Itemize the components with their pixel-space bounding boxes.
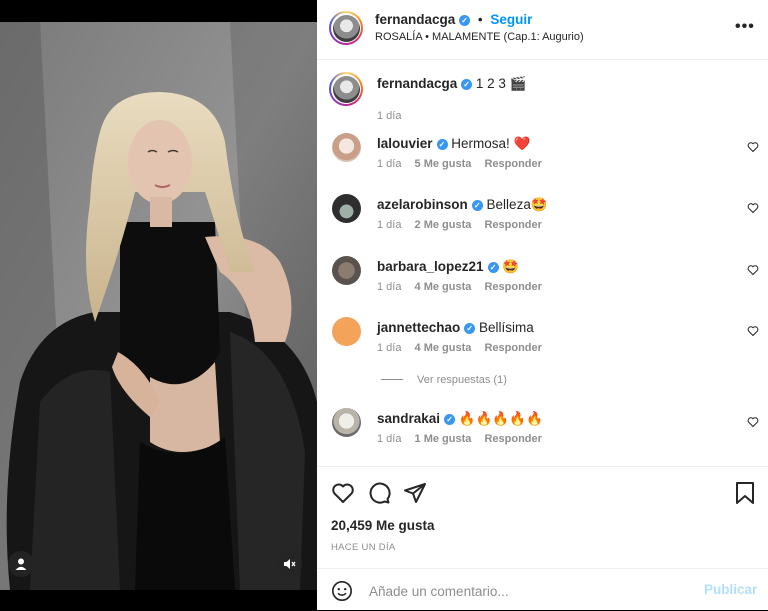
more-icon[interactable]: ••• — [735, 18, 755, 36]
post-side-panel: fernandacga ✓ • Seguir ROSALÍA • MALAMEN… — [317, 0, 768, 610]
likes-count[interactable]: 20,459 Me gusta — [331, 518, 435, 533]
replies-divider — [381, 379, 403, 380]
post-photo[interactable] — [0, 22, 317, 590]
comment-text: sandrakai ✓ 🔥🔥🔥🔥🔥 — [377, 411, 543, 427]
bookmark-icon[interactable] — [734, 481, 756, 505]
comment-text: barbara_lopez21 ✓ 🤩 — [377, 259, 519, 275]
tagged-users-button[interactable] — [8, 551, 34, 577]
comment-likes[interactable]: 1 Me gusta — [415, 433, 472, 445]
post-date[interactable]: HACE UN DÍA — [331, 542, 396, 553]
avatar[interactable] — [332, 408, 361, 437]
comment-likes[interactable]: 5 Me gusta — [415, 158, 472, 170]
reply-button[interactable]: Responder — [484, 281, 541, 293]
view-replies-button[interactable]: Ver respuestas (1) — [381, 374, 507, 386]
reply-button[interactable]: Responder — [484, 342, 541, 354]
mute-icon — [284, 559, 296, 569]
audio-track[interactable]: ROSALÍA • MALAMENTE (Cap.1: Augurio) — [375, 31, 584, 43]
comment-meta: 1 día 5 Me gusta Responder — [377, 158, 552, 170]
comment-body: 🔥🔥🔥🔥🔥 — [458, 411, 543, 426]
comment-item: sandrakai ✓ 🔥🔥🔥🔥🔥 1 día 1 Me gusta Respon… — [329, 408, 759, 458]
verified-icon: ✓ — [487, 262, 499, 273]
caption-time[interactable]: 1 día — [377, 110, 401, 122]
reply-button[interactable]: Responder — [484, 433, 541, 445]
heart-icon[interactable] — [747, 202, 759, 214]
publish-button[interactable]: Publicar — [704, 582, 757, 597]
comment-likes[interactable]: 2 Me gusta — [415, 219, 472, 231]
add-comment-bar: Publicar — [317, 568, 768, 611]
reply-button[interactable]: Responder — [484, 219, 541, 231]
comment-time[interactable]: 1 día — [377, 158, 401, 170]
comments-list[interactable]: fernandacga ✓ 1 2 3 🎬 1 día lalouvier ✓ H… — [317, 60, 768, 465]
heart-icon[interactable] — [747, 264, 759, 276]
comment-item: jannettechao ✓ Bellísima 1 día 4 Me gusta… — [329, 317, 759, 367]
verified-icon: ✓ — [471, 200, 483, 211]
verified-icon: ✓ — [461, 79, 473, 90]
comment-time[interactable]: 1 día — [377, 281, 401, 293]
post-header: fernandacga ✓ • Seguir ROSALÍA • MALAMEN… — [317, 0, 768, 60]
verified-icon: ✓ — [436, 139, 448, 150]
reply-button[interactable]: Responder — [484, 158, 541, 170]
post-actions: 20,459 Me gusta HACE UN DÍA — [317, 466, 768, 567]
comment-meta: 1 día 1 Me gusta Responder — [377, 433, 552, 445]
avatar[interactable] — [332, 133, 361, 162]
emoji-icon[interactable] — [331, 580, 353, 602]
heart-icon[interactable] — [747, 416, 759, 428]
author-line: fernandacga ✓ • Seguir — [375, 12, 532, 27]
verified-icon: ✓ — [459, 15, 471, 26]
author-username[interactable]: fernandacga — [375, 12, 455, 27]
comment-text: azelarobinson ✓ Belleza🤩 — [377, 197, 548, 213]
verified-icon: ✓ — [444, 414, 456, 425]
comment-body: Belleza🤩 — [486, 197, 548, 212]
comment-time[interactable]: 1 día — [377, 219, 401, 231]
avatar[interactable] — [332, 256, 361, 285]
comment-body: Bellísima — [479, 320, 534, 335]
comment-meta: 1 día 4 Me gusta Responder — [377, 281, 552, 293]
comment-time[interactable]: 1 día — [377, 342, 401, 354]
comment-input[interactable] — [367, 579, 691, 603]
caption-avatar[interactable] — [329, 72, 363, 106]
post-media[interactable] — [0, 0, 317, 610]
user-tag-icon — [15, 558, 27, 570]
comment-item: barbara_lopez21 ✓ 🤩 1 día 4 Me gusta Resp… — [329, 256, 759, 306]
comment-text: jannettechao ✓ Bellísima — [377, 320, 534, 335]
follow-button[interactable]: Seguir — [490, 12, 532, 27]
comment-username[interactable]: barbara_lopez21 — [377, 259, 484, 274]
comment-meta: 1 día 2 Me gusta Responder — [377, 219, 552, 231]
like-heart-icon[interactable] — [331, 481, 355, 505]
avatar[interactable] — [332, 317, 361, 346]
comment-icon[interactable] — [367, 481, 391, 505]
comment-username[interactable]: jannettechao — [377, 320, 460, 335]
comment-text: lalouvier ✓ Hermosa! ❤️ — [377, 136, 530, 152]
share-icon[interactable] — [403, 481, 427, 505]
caption-text: fernandacga ✓ 1 2 3 🎬 — [377, 76, 526, 92]
comment-username[interactable]: azelarobinson — [377, 197, 468, 212]
heart-icon[interactable] — [747, 325, 759, 337]
caption-username[interactable]: fernandacga — [377, 76, 457, 91]
photo-illustration — [0, 22, 317, 590]
separator-dot: • — [477, 12, 483, 27]
comment-body: Hermosa! ❤️ — [451, 136, 531, 151]
verified-icon: ✓ — [464, 323, 476, 334]
comment-meta: 1 día 4 Me gusta Responder — [377, 342, 552, 354]
view-replies-label: Ver respuestas (1) — [417, 374, 507, 386]
caption-body: 1 2 3 🎬 — [475, 76, 527, 91]
comment-likes[interactable]: 4 Me gusta — [415, 281, 472, 293]
avatar[interactable] — [332, 194, 361, 223]
comment-item: lalouvier ✓ Hermosa! ❤️ 1 día 5 Me gusta … — [329, 133, 759, 183]
comment-username[interactable]: lalouvier — [377, 136, 433, 151]
comment-time[interactable]: 1 día — [377, 433, 401, 445]
comment-item: azelarobinson ✓ Belleza🤩 1 día 2 Me gusta… — [329, 194, 759, 244]
mute-button[interactable] — [276, 551, 302, 577]
comment-username[interactable]: sandrakai — [377, 411, 440, 426]
comment-body: 🤩 — [502, 259, 520, 274]
author-avatar[interactable] — [329, 11, 363, 45]
comment-likes[interactable]: 4 Me gusta — [415, 342, 472, 354]
heart-icon[interactable] — [747, 141, 759, 153]
